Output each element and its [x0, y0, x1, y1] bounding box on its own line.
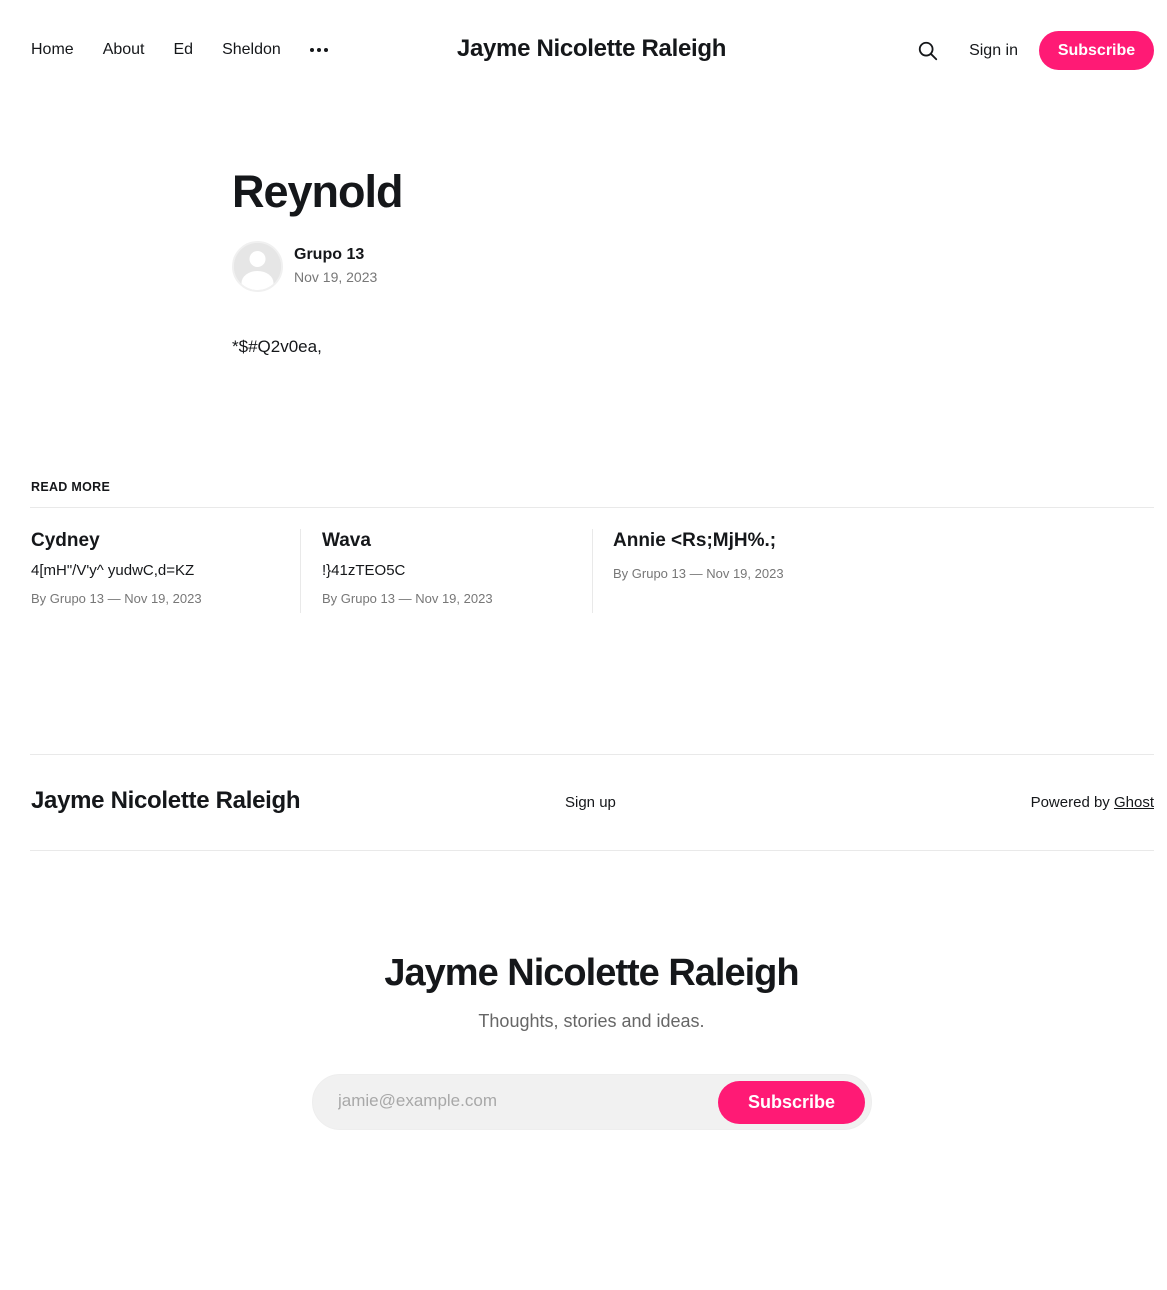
signin-link[interactable]: Sign in: [969, 42, 1018, 60]
post-card[interactable]: Cydney 4[mH"/V'y^ yudwC,d=KZ By Grupo 13…: [31, 529, 301, 613]
author-name[interactable]: Grupo 13: [294, 246, 364, 264]
read-more-label: READ MORE: [31, 480, 111, 494]
post-card-meta: By Grupo 13 — Nov 19, 2023: [31, 591, 202, 606]
post-card-title[interactable]: Wava: [322, 529, 592, 553]
post-card-meta: By Grupo 13 — Nov 19, 2023: [613, 566, 784, 581]
powered-by-label: Powered by: [1030, 794, 1114, 811]
divider: [30, 507, 1154, 508]
avatar-placeholder-icon[interactable]: [232, 241, 283, 292]
post-date: Nov 19, 2023: [294, 269, 378, 285]
ghost-link[interactable]: Ghost: [1114, 794, 1154, 811]
post-card-title[interactable]: Annie <Rs;MjH%.;: [613, 529, 1013, 553]
post-card-title[interactable]: Cydney: [31, 529, 300, 553]
article-title: Reynold: [232, 166, 404, 217]
header-actions: Sign in Subscribe: [917, 31, 1154, 70]
divider: [30, 754, 1154, 755]
subscribe-form: Subscribe: [312, 1074, 872, 1130]
post-card-meta: By Grupo 13 — Nov 19, 2023: [322, 591, 493, 606]
powered-by: Powered by Ghost: [1031, 794, 1154, 811]
cta-description: Thoughts, stories and ideas.: [478, 1011, 705, 1031]
article-body: *$#Q2v0ea,: [232, 337, 322, 356]
post-card[interactable]: Wava !}41zTEO5C By Grupo 13 — Nov 19, 20…: [322, 529, 593, 613]
post-card-excerpt: !}41zTEO5C: [322, 562, 406, 579]
search-icon[interactable]: [917, 40, 939, 62]
footer-signup-link[interactable]: Sign up: [565, 794, 616, 811]
divider: [30, 850, 1154, 851]
cta-title: Jayme Nicolette Raleigh: [384, 952, 799, 994]
site-header: Home About Ed Sheldon Jayme Nicolette Ra…: [0, 0, 1167, 100]
subscribe-button[interactable]: Subscribe: [1039, 31, 1154, 70]
footer-site-title[interactable]: Jayme Nicolette Raleigh: [31, 787, 301, 815]
post-card[interactable]: Annie <Rs;MjH%.; By Grupo 13 — Nov 19, 2…: [613, 529, 1013, 613]
post-card-excerpt: 4[mH"/V'y^ yudwC,d=KZ: [31, 562, 195, 579]
email-input[interactable]: [338, 1091, 698, 1111]
cta-subscribe-button[interactable]: Subscribe: [718, 1081, 865, 1124]
